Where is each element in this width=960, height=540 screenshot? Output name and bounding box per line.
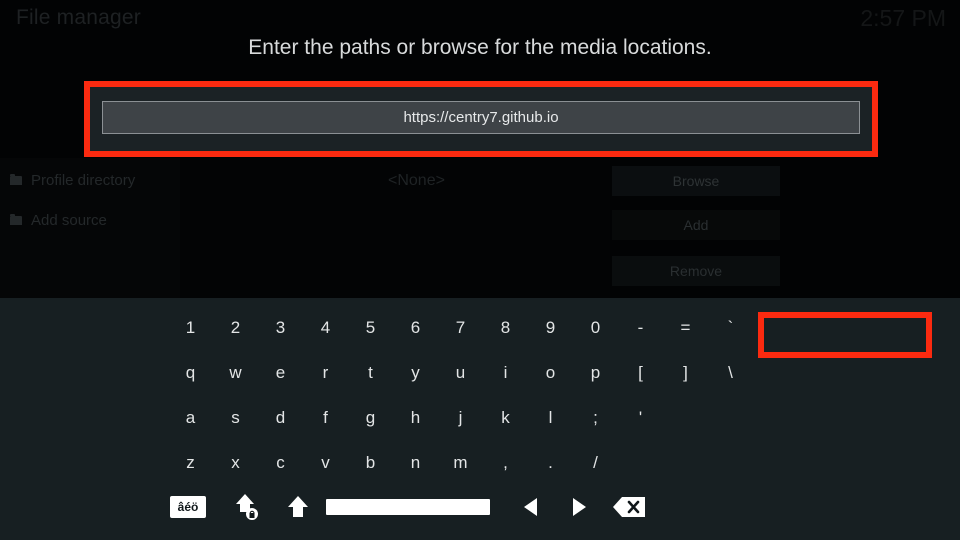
keyboard-row-bottom: z x c v b n m,. / bbox=[168, 445, 618, 481]
system-clock: 2:57 PM bbox=[860, 5, 946, 31]
cursor-left-icon[interactable] bbox=[514, 490, 548, 524]
key-8[interactable]: 8 bbox=[483, 310, 528, 346]
accented-symbols-key[interactable]: âéö bbox=[170, 496, 206, 518]
folder-icon bbox=[10, 214, 22, 225]
list-item-label: Add source bbox=[31, 212, 107, 229]
profile-directory-value: <None> bbox=[388, 172, 445, 189]
key--[interactable]: - bbox=[618, 310, 663, 346]
key-/[interactable]: / bbox=[573, 445, 618, 481]
kodi-file-manager-screen: File manager 2:57 PM Enter the paths or … bbox=[0, 0, 960, 540]
key-n[interactable]: n bbox=[393, 445, 438, 481]
key-1[interactable]: 1 bbox=[168, 310, 213, 346]
key-=[interactable]: = bbox=[663, 310, 708, 346]
key-v[interactable]: v bbox=[303, 445, 348, 481]
key-k[interactable]: k bbox=[483, 400, 528, 436]
page-title: File manager bbox=[16, 6, 141, 29]
key-z[interactable]: z bbox=[168, 445, 213, 481]
key-5[interactable]: 5 bbox=[348, 310, 393, 346]
key-][interactable]: ] bbox=[663, 355, 708, 391]
keyboard-row-home: a s d f g h j k l; ' bbox=[168, 400, 663, 436]
path-input-highlight-box bbox=[84, 81, 878, 157]
key-.[interactable]: . bbox=[528, 445, 573, 481]
keyboard-keys: 1 2 3 4 5 6 7 8 9 0- = ` q w e r t y u i o p[] \ a s d f g h j k l; ' … bbox=[0, 298, 760, 540]
ok-button-highlight-box bbox=[758, 312, 932, 358]
key-b[interactable]: b bbox=[348, 445, 393, 481]
key-f[interactable]: f bbox=[303, 400, 348, 436]
caps-lock-icon[interactable] bbox=[232, 490, 262, 524]
key-u[interactable]: u bbox=[438, 355, 483, 391]
key-4[interactable]: 4 bbox=[303, 310, 348, 346]
key-,[interactable]: , bbox=[483, 445, 528, 481]
key-6[interactable]: 6 bbox=[393, 310, 438, 346]
key-7[interactable]: 7 bbox=[438, 310, 483, 346]
key-\[interactable]: \ bbox=[708, 355, 753, 391]
key-i[interactable]: i bbox=[483, 355, 528, 391]
key-h[interactable]: h bbox=[393, 400, 438, 436]
key-p[interactable]: p bbox=[573, 355, 618, 391]
keyboard-row-numbers: 1 2 3 4 5 6 7 8 9 0- = ` bbox=[168, 310, 753, 346]
remove-button[interactable]: Remove bbox=[612, 256, 780, 286]
list-item-label: Profile directory bbox=[31, 172, 136, 189]
key-q[interactable]: q bbox=[168, 355, 213, 391]
key-`[interactable]: ` bbox=[708, 310, 753, 346]
key-e[interactable]: e bbox=[258, 355, 303, 391]
key-g[interactable]: g bbox=[348, 400, 393, 436]
key-0[interactable]: 0 bbox=[573, 310, 618, 346]
key-s[interactable]: s bbox=[213, 400, 258, 436]
keyboard-row-function: âéö bbox=[170, 490, 648, 524]
key-o[interactable]: o bbox=[528, 355, 573, 391]
key-w[interactable]: w bbox=[213, 355, 258, 391]
space-bar[interactable] bbox=[326, 499, 490, 515]
source-list-left-column: Profile directory Add source bbox=[0, 158, 180, 298]
key-r[interactable]: r bbox=[303, 355, 348, 391]
keyboard-row-top: q w e r t y u i o p[] \ bbox=[168, 355, 753, 391]
backspace-icon[interactable] bbox=[610, 490, 648, 524]
key-9[interactable]: 9 bbox=[528, 310, 573, 346]
folder-icon bbox=[10, 174, 22, 185]
key-y[interactable]: y bbox=[393, 355, 438, 391]
list-item-profile-directory[interactable]: Profile directory bbox=[10, 172, 135, 189]
source-list-value-column: <None> bbox=[180, 158, 610, 298]
key-a[interactable]: a bbox=[168, 400, 213, 436]
key-l[interactable]: l bbox=[528, 400, 573, 436]
source-list-area: Profile directory Add source <None> Brow… bbox=[0, 158, 960, 298]
source-action-buttons: Browse Add Remove bbox=[612, 158, 780, 298]
key-m[interactable]: m bbox=[438, 445, 483, 481]
key-'[interactable]: ' bbox=[618, 400, 663, 436]
key-d[interactable]: d bbox=[258, 400, 303, 436]
dialog-heading: Enter the paths or browse for the media … bbox=[248, 36, 712, 59]
key-j[interactable]: j bbox=[438, 400, 483, 436]
key-;[interactable]: ; bbox=[573, 400, 618, 436]
list-item-add-source[interactable]: Add source bbox=[10, 212, 107, 229]
add-button[interactable]: Add bbox=[612, 210, 780, 240]
key-2[interactable]: 2 bbox=[213, 310, 258, 346]
shift-icon[interactable] bbox=[284, 490, 314, 524]
key-c[interactable]: c bbox=[258, 445, 303, 481]
key-t[interactable]: t bbox=[348, 355, 393, 391]
key-3[interactable]: 3 bbox=[258, 310, 303, 346]
key-x[interactable]: x bbox=[213, 445, 258, 481]
key-[[interactable]: [ bbox=[618, 355, 663, 391]
cursor-right-icon[interactable] bbox=[562, 490, 596, 524]
browse-button[interactable]: Browse bbox=[612, 166, 780, 196]
